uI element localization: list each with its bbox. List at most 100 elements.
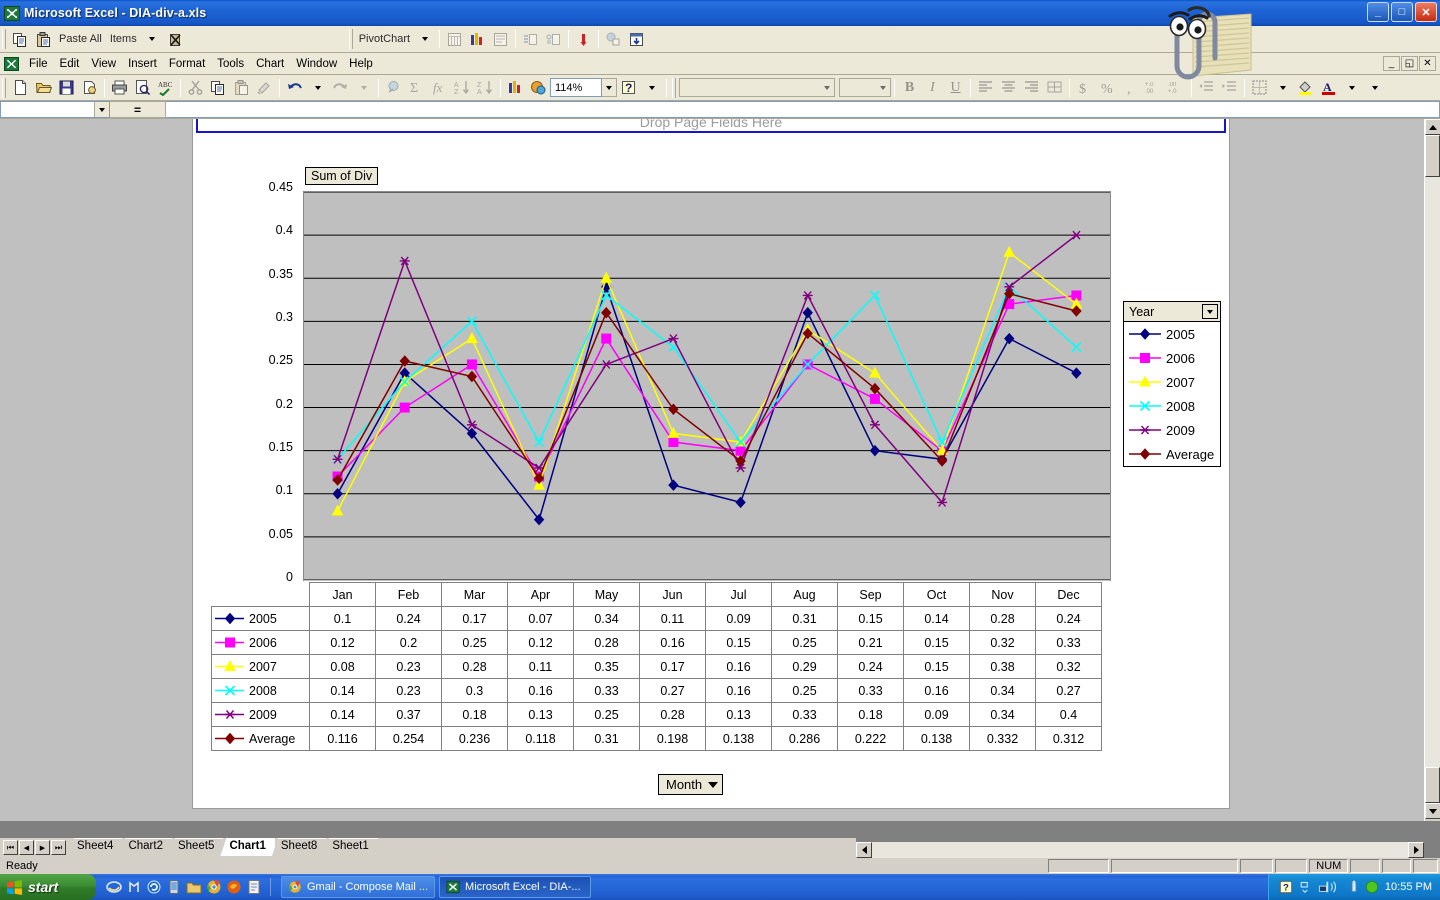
show-detail-icon[interactable] bbox=[542, 28, 565, 50]
sort-desc-icon[interactable]: ZA bbox=[474, 77, 497, 99]
font-size-input[interactable] bbox=[839, 78, 891, 97]
formatting-options-arrow[interactable] bbox=[1363, 77, 1386, 99]
restore-button[interactable]: □ bbox=[1391, 2, 1413, 22]
menu-file[interactable]: File bbox=[23, 56, 54, 72]
paste-all-button[interactable] bbox=[32, 28, 55, 50]
pivotchart-menu[interactable]: PivotChart bbox=[356, 28, 413, 50]
italic-button[interactable]: I bbox=[921, 77, 944, 99]
pivot-toolbar-grip[interactable] bbox=[348, 29, 353, 49]
font-name-input[interactable] bbox=[679, 78, 835, 97]
menu-insert[interactable]: Insert bbox=[122, 56, 163, 72]
refresh-icon[interactable] bbox=[146, 879, 162, 895]
usb-icon[interactable] bbox=[1349, 880, 1359, 894]
close-button[interactable]: ✕ bbox=[1415, 2, 1437, 22]
new-icon[interactable] bbox=[9, 77, 32, 99]
sheet-tab-chart2[interactable]: Chart2 bbox=[119, 838, 172, 856]
scroll-down-button[interactable] bbox=[1425, 803, 1440, 819]
legend-item-2005[interactable]: 2005 bbox=[1124, 322, 1220, 346]
legend-dropdown-button[interactable] bbox=[1202, 304, 1218, 319]
comma-icon[interactable]: , bbox=[1119, 77, 1142, 99]
redo-icon[interactable] bbox=[329, 77, 352, 99]
insert-function-icon[interactable]: fx bbox=[428, 77, 451, 99]
menu-tools[interactable]: Tools bbox=[211, 56, 250, 72]
menu-window[interactable]: Window bbox=[290, 56, 343, 72]
currency-icon[interactable]: $ bbox=[1073, 77, 1096, 99]
spelling-icon[interactable]: ABC bbox=[154, 77, 177, 99]
toolbar-grip[interactable] bbox=[2, 29, 6, 49]
page-field-drop-area[interactable]: Drop Page Fields Here bbox=[196, 119, 1226, 133]
print-icon[interactable] bbox=[108, 77, 131, 99]
notepad-icon[interactable] bbox=[246, 879, 262, 895]
print-preview-icon[interactable] bbox=[131, 77, 154, 99]
menu-edit[interactable]: Edit bbox=[54, 56, 86, 72]
media-icon[interactable] bbox=[126, 879, 142, 895]
clippy-assistant[interactable] bbox=[1155, 0, 1265, 96]
sort-asc-icon[interactable]: AZ bbox=[451, 77, 474, 99]
scroll-left-button[interactable] bbox=[856, 842, 872, 858]
align-center-icon[interactable] bbox=[997, 77, 1020, 99]
toolbar-options-arrow[interactable] bbox=[640, 77, 663, 99]
chart-wizard-icon[interactable] bbox=[466, 28, 489, 50]
help-icon[interactable]: ? bbox=[1279, 880, 1293, 894]
chrome-icon[interactable] bbox=[206, 879, 222, 895]
horizontal-scroll-track[interactable] bbox=[872, 842, 1408, 858]
copy-icon[interactable] bbox=[207, 77, 230, 99]
expand-icon[interactable] bbox=[1299, 880, 1311, 894]
sheet-tab-sheet5[interactable]: Sheet5 bbox=[168, 838, 224, 856]
clear-clipboard-icon[interactable] bbox=[164, 28, 187, 50]
help-icon[interactable]: ? bbox=[617, 77, 640, 99]
hide-detail-icon[interactable] bbox=[519, 28, 542, 50]
legend-item-2006[interactable]: 2006 bbox=[1124, 346, 1220, 370]
start-button[interactable]: start bbox=[0, 874, 96, 900]
format-report-icon[interactable] bbox=[489, 28, 512, 50]
zoom-input[interactable]: 114% bbox=[550, 78, 602, 97]
legend-field-button[interactable]: Year bbox=[1124, 302, 1220, 322]
legend-item-average[interactable]: Average bbox=[1124, 442, 1220, 466]
font-color-dropdown-arrow[interactable] bbox=[1340, 77, 1363, 99]
paste-icon[interactable] bbox=[230, 77, 253, 99]
refresh-icon[interactable] bbox=[572, 28, 595, 50]
scroll-right-button[interactable] bbox=[1408, 842, 1424, 858]
field-list-icon[interactable] bbox=[443, 28, 466, 50]
menu-help[interactable]: Help bbox=[343, 56, 379, 72]
vertical-scroll-thumb-lower[interactable] bbox=[1425, 767, 1440, 803]
nav-first-sheet-button[interactable]: ⏮ bbox=[3, 840, 18, 855]
items-label[interactable]: Items bbox=[106, 28, 141, 50]
font-name-dropdown-arrow[interactable] bbox=[824, 85, 830, 90]
legend-item-2009[interactable]: 2009 bbox=[1124, 418, 1220, 442]
horizontal-scrollbar[interactable] bbox=[856, 842, 1424, 858]
open-icon[interactable] bbox=[32, 77, 55, 99]
bold-button[interactable]: B bbox=[898, 77, 921, 99]
document-minimize-button[interactable]: _ bbox=[1383, 56, 1400, 71]
vertical-scroll-track[interactable] bbox=[1425, 177, 1440, 767]
undo-dropdown-arrow[interactable] bbox=[306, 77, 329, 99]
folder-icon[interactable] bbox=[186, 879, 202, 895]
include-hidden-icon[interactable] bbox=[625, 28, 648, 50]
fill-color-icon[interactable] bbox=[1294, 77, 1317, 99]
format-painter-icon[interactable] bbox=[253, 77, 276, 99]
items-dropdown-arrow[interactable] bbox=[141, 28, 164, 50]
vertical-scrollbar[interactable] bbox=[1424, 119, 1440, 821]
permission-icon[interactable] bbox=[78, 77, 101, 99]
network-icon[interactable] bbox=[1317, 880, 1343, 894]
name-box-dropdown-arrow[interactable] bbox=[94, 102, 109, 117]
device-icon[interactable] bbox=[166, 879, 182, 895]
menu-format[interactable]: Format bbox=[163, 56, 211, 72]
formula-equals-button[interactable]: = bbox=[110, 101, 166, 118]
legend-item-2008[interactable]: 2008 bbox=[1124, 394, 1220, 418]
nav-prev-sheet-button[interactable]: ◀ bbox=[19, 840, 34, 855]
scroll-up-button[interactable] bbox=[1425, 119, 1440, 135]
zoom-dropdown-arrow[interactable] bbox=[602, 78, 617, 97]
legend-item-2007[interactable]: 2007 bbox=[1124, 370, 1220, 394]
taskbar-window-gmail[interactable]: Gmail - Compose Mail ... bbox=[281, 876, 436, 898]
drawing-icon[interactable] bbox=[527, 77, 550, 99]
paste-all-label[interactable]: Paste All bbox=[55, 28, 106, 50]
align-left-icon[interactable] bbox=[974, 77, 997, 99]
font-size-dropdown-arrow[interactable] bbox=[880, 85, 886, 90]
green-circle-icon[interactable] bbox=[1365, 880, 1379, 894]
document-restore-button[interactable]: ◱ bbox=[1401, 56, 1418, 71]
internet-explorer-icon[interactable] bbox=[106, 879, 122, 895]
menu-chart[interactable]: Chart bbox=[250, 56, 290, 72]
sheet-tab-chart1[interactable]: Chart1 bbox=[220, 838, 275, 856]
percent-icon[interactable]: % bbox=[1096, 77, 1119, 99]
